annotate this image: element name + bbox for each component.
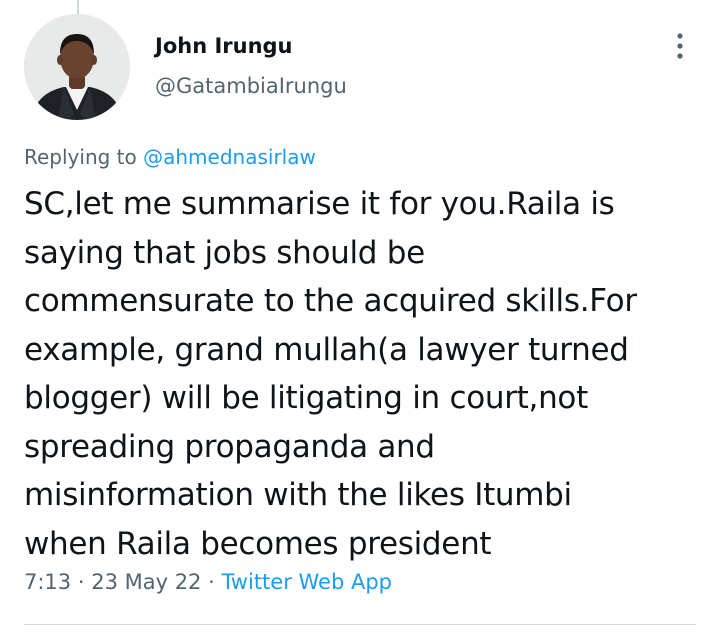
tweet-text-line: when Raila becomes president — [24, 525, 492, 562]
tweet-meta: 7:13 · 23 May 22 · Twitter Web App — [24, 570, 392, 594]
replying-to-mention-link[interactable]: @ahmednasirlaw — [143, 145, 316, 169]
tweet-date[interactable]: 23 May 22 — [91, 570, 201, 594]
thread-connector-line — [77, 0, 79, 14]
author-name[interactable]: John Irungu — [155, 34, 293, 58]
replying-prefix: Replying to — [24, 145, 144, 169]
more-options-button[interactable] — [664, 30, 696, 62]
tweet-source-link[interactable]: Twitter Web App — [221, 570, 392, 594]
avatar[interactable] — [24, 14, 130, 120]
tweet-text-line: example, grand mullah(a lawyer turned — [24, 331, 629, 368]
profile-photo — [24, 14, 130, 120]
meta-separator: · — [71, 570, 92, 594]
tweet-text-line: spreading propaganda and — [24, 428, 435, 465]
tweet-time[interactable]: 7:13 — [24, 570, 71, 594]
replying-to: Replying to @ahmednasirlaw — [24, 145, 316, 169]
divider — [24, 624, 696, 625]
meta-separator: · — [201, 570, 222, 594]
tweet-text-line: commensurate to the acquired skills.For — [24, 283, 637, 319]
author-handle[interactable]: @GatambiaIrungu — [155, 74, 347, 98]
tweet-text-line: misinformation with the likes Itumbi — [24, 477, 572, 513]
more-vertical-icon — [677, 33, 683, 59]
tweet-text: SC,let me summarise it for you.Raila is … — [24, 180, 714, 568]
tweet-text-line: SC,let me summarise it for you.Raila is — [24, 186, 615, 222]
tweet-text-line: saying that jobs should be — [24, 234, 425, 271]
tweet-text-line: blogger) will be litigating in court,not — [24, 380, 588, 416]
